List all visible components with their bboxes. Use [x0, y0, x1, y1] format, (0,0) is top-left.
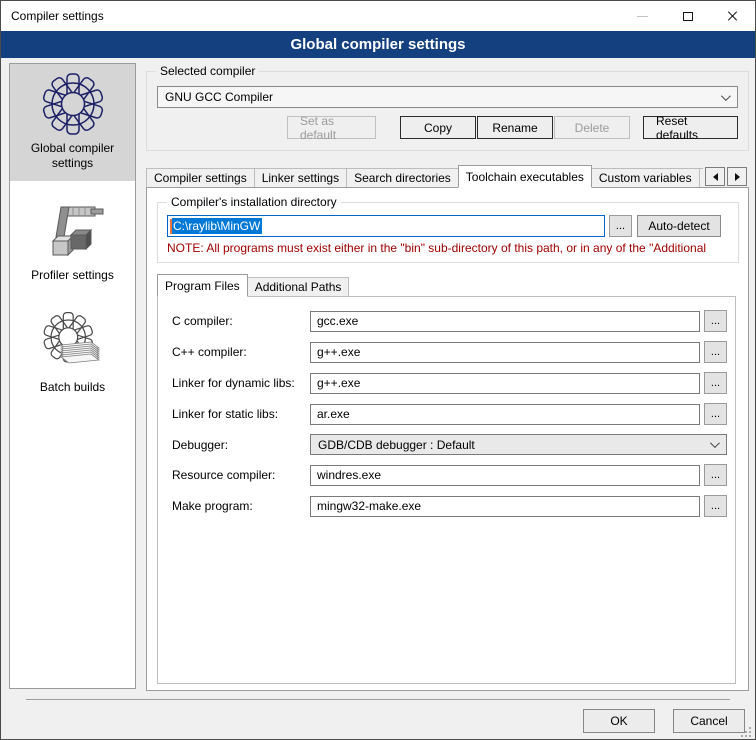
dialog-content: Global compiler settings: [1, 58, 755, 740]
chevron-down-icon: [721, 91, 731, 101]
footer-divider: [26, 699, 730, 700]
installation-path-row: C:\raylib\MinGW ... Auto-detect: [167, 215, 721, 237]
field-row-resource-compiler: Resource compiler: ...: [172, 464, 727, 486]
program-files-panel: C compiler: ... C++ compiler: ... Linker…: [157, 296, 736, 684]
gear-papers-icon: [41, 311, 105, 375]
c-compiler-input[interactable]: [310, 311, 700, 332]
cancel-button[interactable]: Cancel: [673, 709, 745, 733]
subtab-program-files[interactable]: Program Files: [157, 274, 248, 297]
compiler-buttons-row: Set as default Copy Rename Delete Reset …: [157, 116, 738, 139]
window-controls: [620, 1, 755, 31]
tab-compiler-settings[interactable]: Compiler settings: [146, 168, 255, 188]
debugger-select-value: GDB/CDB debugger : Default: [318, 438, 475, 452]
field-label: C++ compiler:: [172, 345, 310, 359]
blue-gear-icon: [41, 72, 105, 136]
field-row-make-program: Make program: ...: [172, 495, 727, 517]
program-files-tabstrip: Program Files Additional Paths: [157, 275, 736, 297]
tab-scroll-right-button[interactable]: [727, 167, 747, 186]
close-button[interactable]: [710, 1, 755, 31]
arrow-left-icon: [713, 173, 718, 181]
field-label: Linker for dynamic libs:: [172, 376, 310, 390]
compiler-select[interactable]: GNU GCC Compiler: [157, 86, 738, 108]
rename-button[interactable]: Rename: [477, 116, 553, 139]
tab-scroll-buttons: [705, 167, 747, 186]
field-row-cpp-compiler: C++ compiler: ...: [172, 341, 727, 363]
compiler-select-value: GNU GCC Compiler: [165, 90, 273, 104]
settings-category-list: Global compiler settings: [9, 63, 136, 689]
selected-compiler-legend: Selected compiler: [156, 64, 259, 78]
tab-linker-settings[interactable]: Linker settings: [254, 168, 347, 188]
installation-directory-group: Compiler's installation directory C:\ray…: [157, 202, 739, 263]
sidebar-item-global-compiler-settings[interactable]: Global compiler settings: [10, 64, 135, 181]
installation-path-input[interactable]: C:\raylib\MinGW: [167, 215, 605, 237]
linker-static-input[interactable]: [310, 404, 700, 425]
chevron-down-icon: [710, 438, 720, 448]
browse-linker-static-button[interactable]: ...: [704, 403, 727, 425]
caliper-icon: [41, 199, 105, 263]
main-panel: Selected compiler GNU GCC Compiler Set a…: [146, 63, 749, 691]
field-label: Resource compiler:: [172, 468, 310, 482]
arrow-right-icon: [735, 173, 740, 181]
selected-compiler-group: Selected compiler GNU GCC Compiler Set a…: [146, 71, 749, 151]
minimize-icon: [637, 16, 648, 17]
tab-search-directories[interactable]: Search directories: [346, 168, 459, 188]
settings-tabstrip: Compiler settings Linker settings Search…: [146, 165, 749, 188]
installation-path-value: C:\raylib\MinGW: [172, 218, 262, 234]
sidebar-item-profiler-settings[interactable]: Profiler settings: [10, 191, 135, 293]
tab-toolchain-executables[interactable]: Toolchain executables: [458, 165, 592, 188]
compiler-settings-dialog: Compiler settings Global compiler settin…: [0, 0, 756, 740]
tab-custom-variables[interactable]: Custom variables: [591, 168, 700, 188]
browse-directory-button[interactable]: ...: [609, 215, 632, 237]
make-program-input[interactable]: [310, 496, 700, 517]
tab-scroll-left-button[interactable]: [705, 167, 725, 186]
resource-compiler-input[interactable]: [310, 465, 700, 486]
tabs-scroll-area: Compiler settings Linker settings Search…: [146, 165, 703, 188]
tab-build-options[interactable]: Build: [699, 168, 703, 188]
page-title: Global compiler settings: [1, 31, 755, 58]
auto-detect-button[interactable]: Auto-detect: [637, 215, 721, 237]
program-files-notebook: Program Files Additional Paths C compile…: [157, 275, 736, 684]
maximize-icon: [683, 12, 693, 21]
linker-dynamic-input[interactable]: [310, 373, 700, 394]
cpp-compiler-input[interactable]: [310, 342, 700, 363]
field-row-linker-dynamic: Linker for dynamic libs: ...: [172, 372, 727, 394]
field-row-c-compiler: C compiler: ...: [172, 310, 727, 332]
sidebar-item-label: Global compiler settings: [14, 141, 131, 171]
maximize-button[interactable]: [665, 1, 710, 31]
field-row-debugger: Debugger: GDB/CDB debugger : Default: [172, 434, 727, 455]
field-label: Make program:: [172, 499, 310, 513]
copy-button[interactable]: Copy: [400, 116, 476, 139]
sidebar-item-label: Profiler settings: [14, 268, 131, 283]
titlebar: Compiler settings: [1, 1, 755, 31]
browse-cpp-compiler-button[interactable]: ...: [704, 341, 727, 363]
reset-defaults-button[interactable]: Reset defaults: [643, 116, 738, 139]
browse-resource-compiler-button[interactable]: ...: [704, 464, 727, 486]
ok-button[interactable]: OK: [583, 709, 655, 733]
resize-grip[interactable]: [741, 727, 751, 737]
close-icon: [727, 10, 739, 22]
minimize-button[interactable]: [620, 1, 665, 31]
delete-button[interactable]: Delete: [554, 116, 630, 139]
field-row-linker-static: Linker for static libs: ...: [172, 403, 727, 425]
toolchain-executables-panel: Compiler's installation directory C:\ray…: [146, 187, 749, 691]
browse-c-compiler-button[interactable]: ...: [704, 310, 727, 332]
browse-linker-dynamic-button[interactable]: ...: [704, 372, 727, 394]
sidebar-item-label: Batch builds: [14, 380, 131, 395]
browse-make-program-button[interactable]: ...: [704, 495, 727, 517]
installation-note: NOTE: All programs must exist either in …: [167, 241, 721, 255]
sidebar-item-batch-builds[interactable]: Batch builds: [10, 303, 135, 405]
footer-buttons: OK Cancel: [583, 709, 745, 733]
field-label: Linker for static libs:: [172, 407, 310, 421]
set-as-default-button[interactable]: Set as default: [287, 116, 376, 139]
subtab-additional-paths[interactable]: Additional Paths: [247, 277, 350, 297]
field-label: C compiler:: [172, 314, 310, 328]
field-label: Debugger:: [172, 438, 310, 452]
window-title: Compiler settings: [11, 9, 104, 23]
installation-directory-legend: Compiler's installation directory: [167, 195, 341, 209]
debugger-select[interactable]: GDB/CDB debugger : Default: [310, 434, 727, 455]
